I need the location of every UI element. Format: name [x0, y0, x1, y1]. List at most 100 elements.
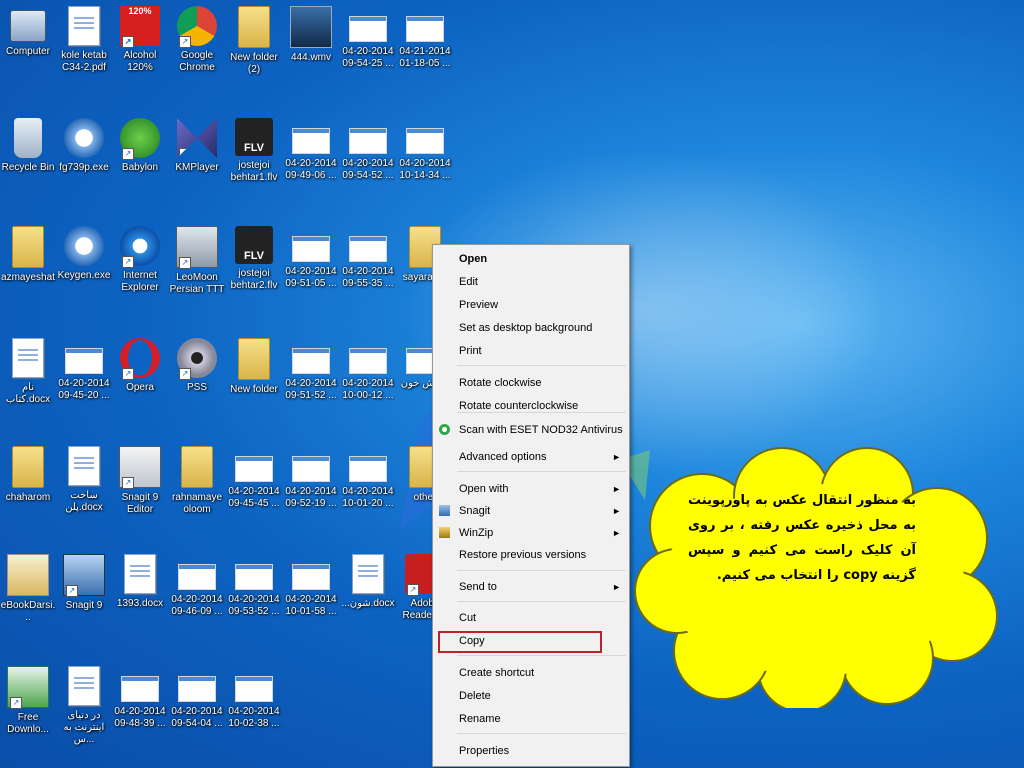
desktop-icon[interactable]: نام کتاب.docx: [0, 336, 56, 406]
desktop-icon[interactable]: kole ketab C34-2.pdf: [56, 4, 112, 74]
image-file-icon: [178, 676, 216, 702]
desktop-icon-label: ...شون.docx: [341, 598, 395, 609]
menu-separator: [457, 570, 626, 571]
desktop-icon[interactable]: 04-20-2014 09-48-39 ...: [112, 664, 168, 730]
menu-item-advanced-options[interactable]: Advanced options ►: [433, 447, 629, 467]
desktop-icon-label: 04-20-2014 09-48-39 ...: [114, 706, 166, 729]
menu-item-rename[interactable]: Rename: [433, 709, 629, 729]
menu-item-open-with[interactable]: Open with ►: [433, 479, 629, 499]
desktop-icon[interactable]: 04-20-2014 09-54-52 ...: [340, 116, 396, 182]
menu-item-snagit[interactable]: Snagit ►: [433, 501, 629, 521]
menu-item-set-as-desktop-background[interactable]: Set as desktop background: [433, 318, 629, 338]
desktop-icon[interactable]: ↗ KMPlayer: [169, 116, 225, 174]
desktop-icon[interactable]: ↗ Free Downlo...: [0, 664, 56, 736]
desktop-icon[interactable]: 04-20-2014 09-45-45 ...: [226, 444, 282, 510]
snagit-editor-icon: ↗: [119, 446, 161, 489]
desktop-icon[interactable]: ساخت پلن.docx: [56, 444, 112, 514]
ebook-icon: [7, 554, 49, 596]
menu-item-rotate-clockwise[interactable]: Rotate clockwise: [433, 373, 629, 393]
desktop-icon[interactable]: Keygen.exe: [56, 224, 112, 282]
desktop-icon[interactable]: New folder (2): [226, 4, 282, 76]
desktop-icon[interactable]: chaharom: [0, 444, 56, 504]
image-file-icon: [349, 236, 387, 262]
desktop-icon[interactable]: 1393.docx: [112, 552, 168, 610]
desktop-icon-label: 04-20-2014 09-45-20 ...: [58, 378, 110, 401]
shortcut-arrow-icon: ↗: [122, 36, 134, 48]
desktop-icon[interactable]: 04-20-2014 09-54-25 ...: [340, 4, 396, 70]
menu-item-label: Open: [459, 253, 488, 265]
desktop-icon-label: New folder (2): [230, 52, 278, 75]
desktop-icon[interactable]: New folder: [226, 336, 282, 396]
menu-item-label: Print: [459, 345, 482, 357]
submenu-arrow-icon: ►: [612, 506, 621, 516]
menu-item-print[interactable]: Print: [433, 341, 629, 361]
desktop-icon-label: chaharom: [5, 492, 51, 503]
desktop-icon[interactable]: 04-20-2014 09-51-05 ...: [283, 224, 339, 290]
desktop-icon[interactable]: rahnamaye oloom: [169, 444, 225, 516]
menu-item-open[interactable]: Open: [433, 249, 629, 269]
menu-item-properties[interactable]: Properties: [433, 741, 629, 761]
menu-item-rotate-counterclockwise[interactable]: Rotate counterclockwise: [433, 396, 629, 416]
desktop-icon[interactable]: ↗ LeoMoon Persian TTT: [169, 224, 225, 296]
desktop-icon-label: 04-21-2014 01-18-05 ...: [399, 46, 451, 69]
desktop-icon[interactable]: ↗ Snagit 9: [56, 552, 112, 612]
desktop-icon[interactable]: eBookDarsi...: [0, 552, 56, 624]
desktop-icon[interactable]: 04-20-2014 10-01-58 ...: [283, 552, 339, 618]
desktop-icon[interactable]: FLV jostejoi behtar2.flv: [226, 224, 282, 292]
desktop-icon[interactable]: azmayeshat: [0, 224, 56, 284]
menu-item-preview[interactable]: Preview: [433, 295, 629, 315]
desktop-icon-label: نام کتاب.docx: [5, 382, 51, 405]
desktop-icon[interactable]: 04-20-2014 09-51-52 ...: [283, 336, 339, 402]
desktop-icon[interactable]: ↗ Google Chrome: [169, 4, 225, 74]
menu-item-create-shortcut[interactable]: Create shortcut: [433, 663, 629, 683]
desktop-icon[interactable]: 04-20-2014 09-52-19 ...: [283, 444, 339, 510]
folder-icon: [238, 338, 270, 380]
desktop-icon-label: Alcohol 120%: [123, 50, 157, 73]
desktop-icon[interactable]: 04-20-2014 10-14-34 ...: [397, 116, 453, 182]
desktop-icon-label: PSS: [186, 382, 207, 393]
desktop-icon[interactable]: 04-21-2014 01-18-05 ...: [397, 4, 453, 70]
desktop-icon[interactable]: 444.wmv: [283, 4, 339, 64]
menu-item-scan-with-eset-nod32-antivirus[interactable]: Scan with ESET NOD32 Antivirus: [433, 420, 629, 440]
menu-item-cut[interactable]: Cut: [433, 608, 629, 628]
image-file-icon: [235, 456, 273, 482]
image-file-icon: [292, 456, 330, 482]
submenu-arrow-icon: ►: [612, 528, 621, 538]
desktop-icon[interactable]: ↗ PSS: [169, 336, 225, 394]
desktop-icon-label: KMPlayer: [175, 162, 219, 173]
desktop-icon[interactable]: ↗ Internet Explorer: [112, 224, 168, 294]
desktop-icon-label: 04-20-2014 10-01-20 ...: [342, 486, 394, 509]
desktop-icon[interactable]: 04-20-2014 09-45-20 ...: [56, 336, 112, 402]
menu-item-edit[interactable]: Edit: [433, 272, 629, 292]
desktop-icon[interactable]: ↗ Babylon: [112, 116, 168, 174]
desktop-icon[interactable]: ...شون.docx: [340, 552, 396, 610]
desktop-icon[interactable]: 04-20-2014 09-49-06 ...: [283, 116, 339, 182]
desktop-icon[interactable]: Recycle Bin: [0, 116, 56, 174]
word-document-icon: [68, 446, 100, 486]
desktop-icon[interactable]: 04-20-2014 10-00-12 ...: [340, 336, 396, 402]
desktop-icon[interactable]: در دنیای اینترنت به س...: [56, 664, 112, 746]
menu-item-restore-previous-versions[interactable]: Restore previous versions: [433, 545, 629, 565]
desktop-icon[interactable]: ↗ Snagit 9 Editor: [112, 444, 168, 516]
desktop-icon[interactable]: Computer: [0, 4, 56, 58]
desktop-icon[interactable]: 04-20-2014 09-46-09 ...: [169, 552, 225, 618]
image-file-icon: [121, 676, 159, 702]
image-file-icon: [349, 16, 387, 42]
desktop-icon[interactable]: FLV jostejoi behtar1.flv: [226, 116, 282, 184]
desktop-icon[interactable]: 04-20-2014 10-02-38 ...: [226, 664, 282, 730]
menu-item-send-to[interactable]: Send to ►: [433, 577, 629, 597]
image-file-icon: [292, 128, 330, 154]
menu-item-winzip[interactable]: WinZip ►: [433, 523, 629, 543]
image-file-icon: [235, 564, 273, 590]
callout-text: به منظور انتقال عکس به پاورپوینت به محل …: [688, 493, 916, 583]
desktop-icon[interactable]: fg739p.exe: [56, 116, 112, 174]
desktop-icon[interactable]: 04-20-2014 09-53-52 ...: [226, 552, 282, 618]
desktop-icon[interactable]: 120% ↗ Alcohol 120%: [112, 4, 168, 74]
menu-item-label: WinZip: [459, 527, 494, 539]
word-document-icon: [68, 666, 100, 706]
desktop-icon[interactable]: 04-20-2014 09-55-35 ...: [340, 224, 396, 290]
desktop-icon[interactable]: 04-20-2014 10-01-20 ...: [340, 444, 396, 510]
desktop-icon[interactable]: 04-20-2014 09-54-04 ...: [169, 664, 225, 730]
desktop-icon[interactable]: ↗ Opera: [112, 336, 168, 394]
menu-item-delete[interactable]: Delete: [433, 686, 629, 706]
